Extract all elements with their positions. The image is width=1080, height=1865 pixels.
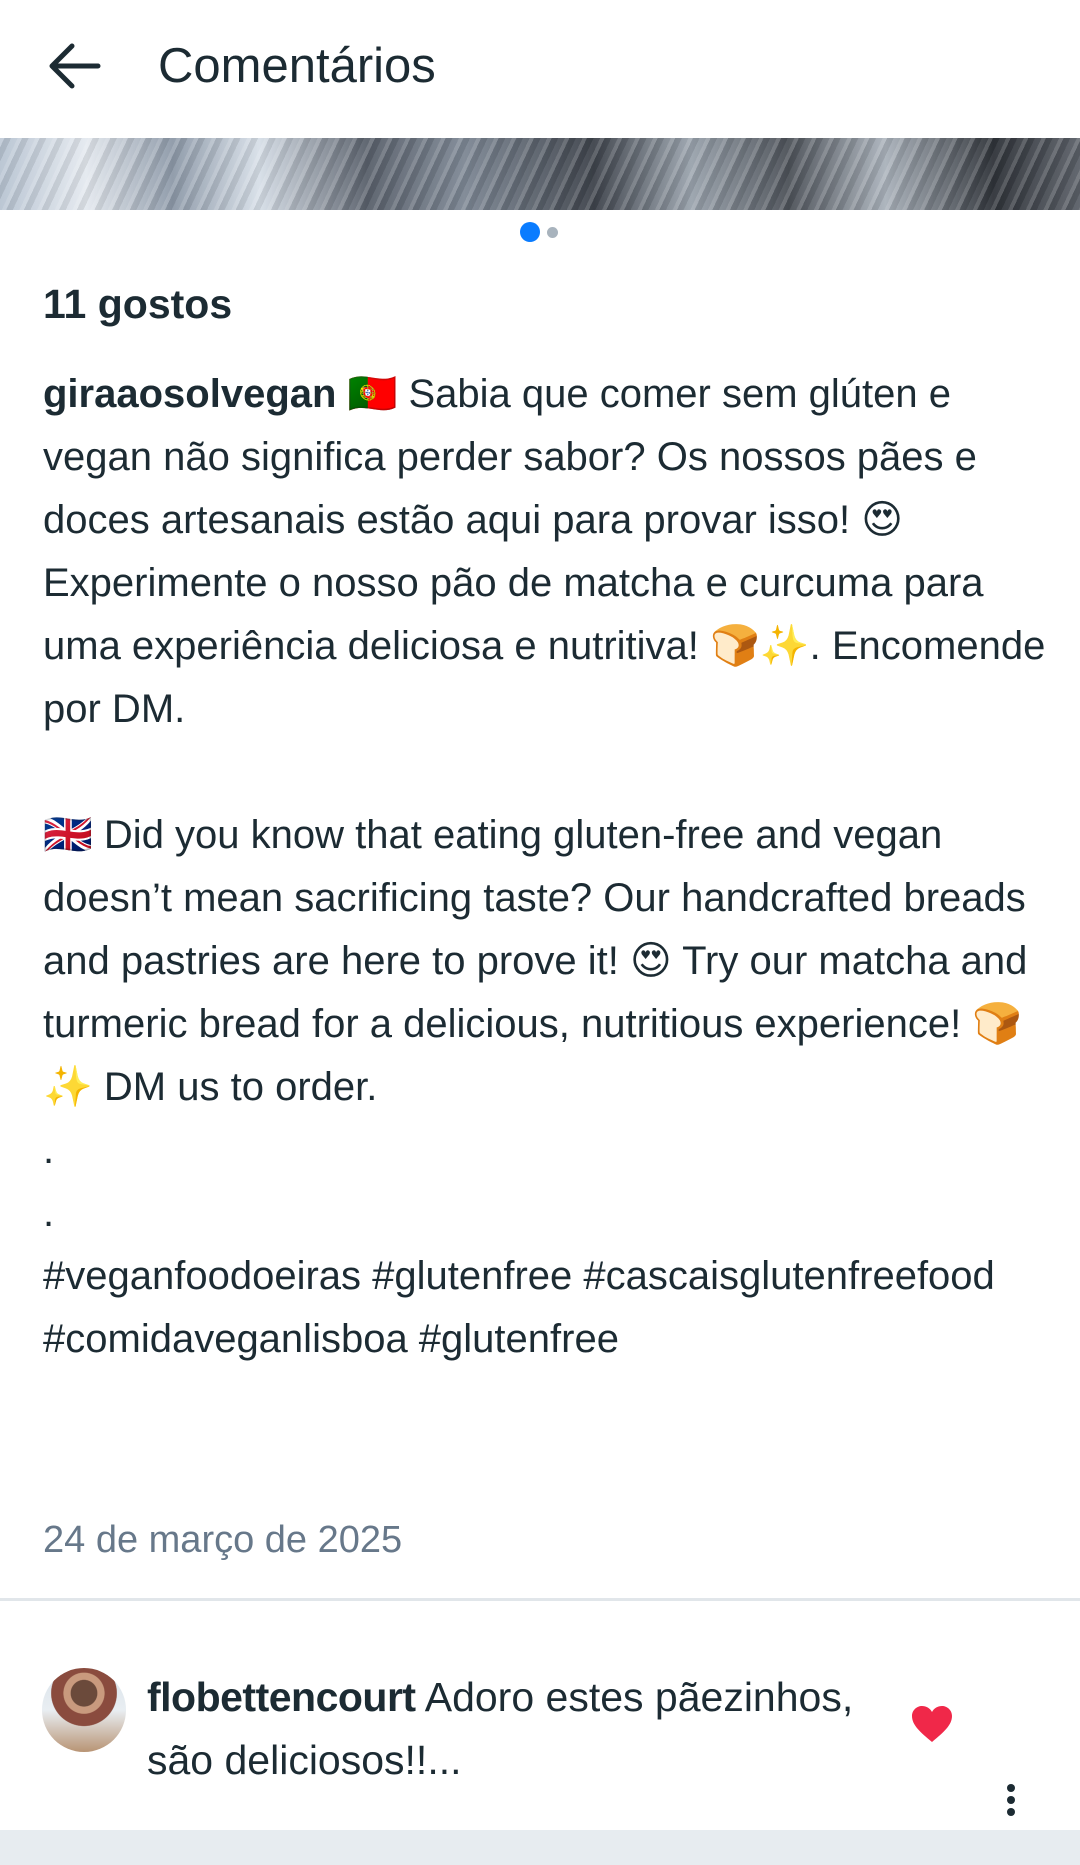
carousel-dot-active	[520, 222, 540, 242]
caption-username[interactable]: giraaosolvegan	[43, 372, 336, 416]
like-comment-button[interactable]	[910, 1704, 954, 1744]
post-date: 24 de março de 2025	[43, 1519, 403, 1561]
post-caption: giraaosolvegan 🇵🇹 Sabia que comer sem gl…	[43, 363, 1065, 1371]
comment-username[interactable]: flobettencourt	[147, 1674, 416, 1720]
avatar[interactable]	[42, 1668, 126, 1752]
more-vertical-icon-dot	[1007, 1808, 1015, 1816]
caption-text: 🇵🇹 Sabia que comer sem glúten e vegan nã…	[43, 372, 1046, 1361]
comment-item: flobettencourt Adoro estes pãezinhos, sã…	[0, 1640, 1080, 1830]
carousel-dot	[547, 227, 558, 238]
back-button[interactable]	[40, 32, 108, 100]
comment-input-bar[interactable]	[0, 1830, 1080, 1865]
post-image[interactable]	[0, 138, 1080, 210]
more-vertical-icon-dot	[1007, 1796, 1015, 1804]
comment-body: flobettencourt Adoro estes pãezinhos, sã…	[147, 1666, 927, 1792]
divider	[0, 1598, 1080, 1601]
page-title: Comentários	[158, 39, 436, 93]
arrow-left-icon	[49, 43, 101, 89]
more-vertical-icon	[1007, 1784, 1015, 1792]
likes-count[interactable]: 11 gostos	[43, 278, 232, 330]
top-app-bar: Comentários	[0, 0, 1080, 138]
heart-icon	[912, 1706, 952, 1742]
